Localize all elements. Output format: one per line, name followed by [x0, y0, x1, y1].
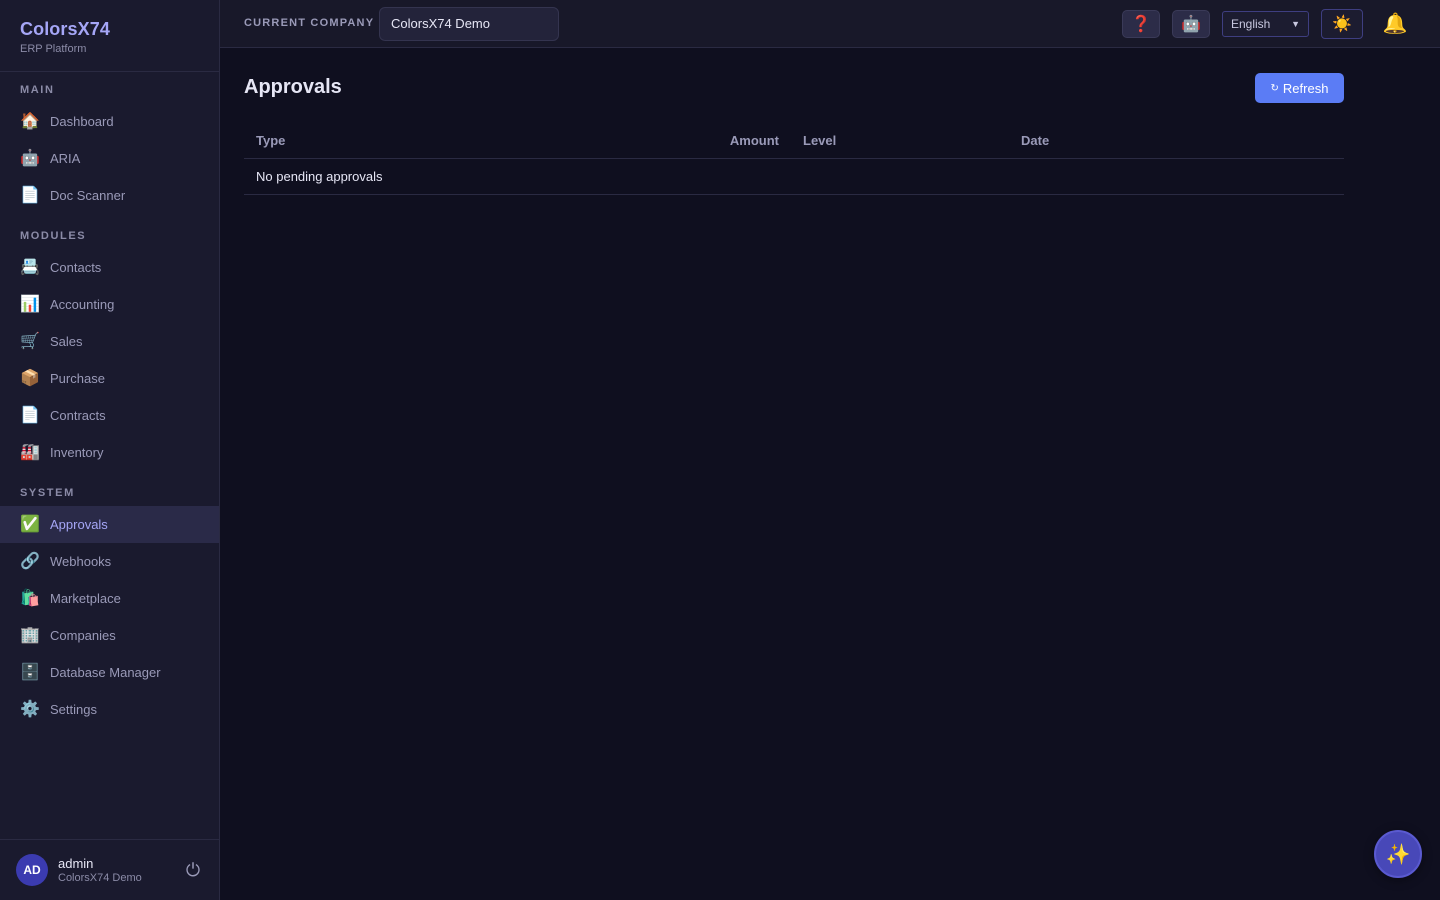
accounting-icon: 📊: [20, 295, 40, 313]
marketplace-icon: 🛍️: [20, 589, 40, 607]
user-company: ColorsX74 Demo: [58, 872, 142, 884]
sparkles-icon: ✨: [1385, 843, 1411, 866]
page-title: Approvals: [244, 76, 342, 98]
sidebar-section-main: MAIN 🏠 Dashboard 🤖 ARIA 📄 Doc Scanner: [0, 83, 219, 214]
sidebar-item-settings[interactable]: ⚙️ Settings: [0, 691, 219, 728]
sidebar-item-sales[interactable]: 🛒 Sales: [0, 323, 219, 360]
sidebar-item-label: Accounting: [50, 297, 115, 312]
help-button[interactable]: ❓: [1122, 10, 1160, 38]
sidebar-item-label: Webhooks: [50, 554, 112, 569]
column-header-level[interactable]: Level: [779, 133, 1021, 148]
sidebar-item-label: Settings: [50, 702, 97, 717]
sidebar-item-doc-scanner[interactable]: 📄 Doc Scanner: [0, 177, 219, 214]
sidebar-item-webhooks[interactable]: 🔗 Webhooks: [0, 543, 219, 580]
approvals-icon: ✅: [20, 515, 40, 533]
avatar[interactable]: AD: [16, 854, 48, 886]
logout-icon[interactable]: ⏻: [183, 860, 203, 881]
refresh-icon: ↻: [1270, 82, 1279, 94]
robot-icon: 🤖: [1181, 16, 1201, 33]
sidebar-modules-list: 📇 Contacts 📊 Accounting 🛒 Sales 📦 Purchase 📄 Cont…: [0, 249, 219, 471]
sidebar-item-contracts[interactable]: 📄 Contracts: [0, 397, 219, 434]
help-icon: ❓: [1131, 16, 1151, 33]
inventory-icon: 🏭: [20, 443, 40, 461]
sidebar-item-contacts[interactable]: 📇 Contacts: [0, 249, 219, 286]
theme-toggle-button[interactable]: ☀️: [1321, 9, 1363, 39]
company-selector[interactable]: ColorsX74 Demo: [379, 7, 559, 41]
sidebar: ColorsX74 ERP Platform MAIN 🏠 Dashboard 🤖 A…: [0, 0, 220, 900]
section-label-modules: MODULES: [20, 230, 87, 242]
doc-scanner-icon: 📄: [20, 186, 40, 204]
sidebar-item-label: Companies: [50, 628, 116, 643]
sales-icon: 🛒: [20, 332, 40, 350]
language-value: English: [1231, 17, 1271, 31]
sidebar-item-label: Purchase: [50, 371, 105, 386]
sidebar-system-list: ✅ Approvals 🔗 Webhooks 🛍️ Marketplace 🏢 Compani…: [0, 506, 219, 728]
sidebar-main-list: 🏠 Dashboard 🤖 ARIA 📄 Doc Scanner: [0, 103, 219, 214]
sidebar-item-label: Inventory: [50, 445, 104, 460]
brand-title: ColorsX74: [20, 19, 110, 39]
topbar: CURRENT COMPANY ColorsX74 Demo ❓ 🤖 Engli…: [220, 0, 1440, 48]
sun-icon: ☀️: [1332, 16, 1352, 33]
aria-icon: 🤖: [20, 149, 40, 167]
sidebar-item-label: Marketplace: [50, 591, 121, 606]
sidebar-section-modules: MODULES 📇 Contacts 📊 Accounting 🛒 Sales 📦 Purch…: [0, 229, 219, 471]
sidebar-item-label: Contracts: [50, 408, 106, 423]
section-label-system: SYSTEM: [20, 487, 75, 499]
sidebar-item-accounting[interactable]: 📊 Accounting: [0, 286, 219, 323]
companies-icon: 🏢: [20, 626, 40, 644]
sidebar-item-marketplace[interactable]: 🛍️ Marketplace: [0, 580, 219, 617]
approvals-table: Type Amount Level Date No pending approv…: [244, 122, 1344, 195]
empty-message: No pending approvals: [256, 169, 383, 184]
contacts-icon: 📇: [20, 258, 40, 276]
sidebar-section-system: SYSTEM ✅ Approvals 🔗 Webhooks 🛍️ Marketplace 🏢…: [0, 486, 219, 728]
sidebar-item-label: Doc Scanner: [50, 188, 126, 203]
bell-icon[interactable]: 🔔: [1382, 11, 1408, 37]
webhooks-icon: 🔗: [20, 552, 40, 570]
sidebar-item-purchase[interactable]: 📦 Purchase: [0, 360, 219, 397]
brand-subtitle: ERP Platform: [20, 43, 87, 55]
brand[interactable]: ColorsX74 ERP Platform: [0, 0, 219, 72]
current-company-label: CURRENT COMPANY: [244, 17, 375, 29]
table-header: Type Amount Level Date: [244, 122, 1344, 159]
ai-assistant-fab[interactable]: ✨: [1374, 830, 1422, 878]
user-name: admin: [58, 856, 94, 871]
language-select[interactable]: English ▼: [1222, 11, 1309, 37]
refresh-button[interactable]: ↻ Refresh: [1255, 73, 1344, 103]
column-header-type[interactable]: Type: [244, 133, 706, 148]
sidebar-item-label: Contacts: [50, 260, 102, 275]
user-panel: AD admin ColorsX74 Demo ⏻: [0, 839, 219, 900]
chevron-down-icon: ▼: [1291, 19, 1300, 29]
database-manager-icon: 🗄️: [20, 663, 40, 681]
dashboard-icon: 🏠: [20, 112, 40, 130]
user-meta: admin ColorsX74 Demo: [58, 856, 183, 884]
contracts-icon: 📄: [20, 406, 40, 424]
sidebar-item-label: Approvals: [50, 517, 108, 532]
sidebar-item-inventory[interactable]: 🏭 Inventory: [0, 434, 219, 471]
column-header-date[interactable]: Date: [1021, 133, 1344, 148]
sidebar-item-label: Dashboard: [50, 114, 114, 129]
sidebar-item-approvals[interactable]: ✅ Approvals: [0, 506, 219, 543]
sidebar-item-label: Database Manager: [50, 665, 161, 680]
sidebar-item-label: Sales: [50, 334, 83, 349]
settings-icon: ⚙️: [20, 700, 40, 718]
section-label-main: MAIN: [20, 84, 55, 96]
assistant-button[interactable]: 🤖: [1172, 10, 1210, 38]
sidebar-item-database-manager[interactable]: 🗄️ Database Manager: [0, 654, 219, 691]
refresh-label: Refresh: [1282, 80, 1329, 96]
empty-row: No pending approvals: [244, 159, 1344, 195]
sidebar-item-aria[interactable]: 🤖 ARIA: [0, 140, 219, 177]
sidebar-item-label: ARIA: [50, 151, 81, 166]
column-header-amount[interactable]: Amount: [706, 133, 779, 148]
purchase-icon: 📦: [20, 369, 40, 387]
sidebar-item-dashboard[interactable]: 🏠 Dashboard: [0, 103, 219, 140]
sidebar-item-companies[interactable]: 🏢 Companies: [0, 617, 219, 654]
